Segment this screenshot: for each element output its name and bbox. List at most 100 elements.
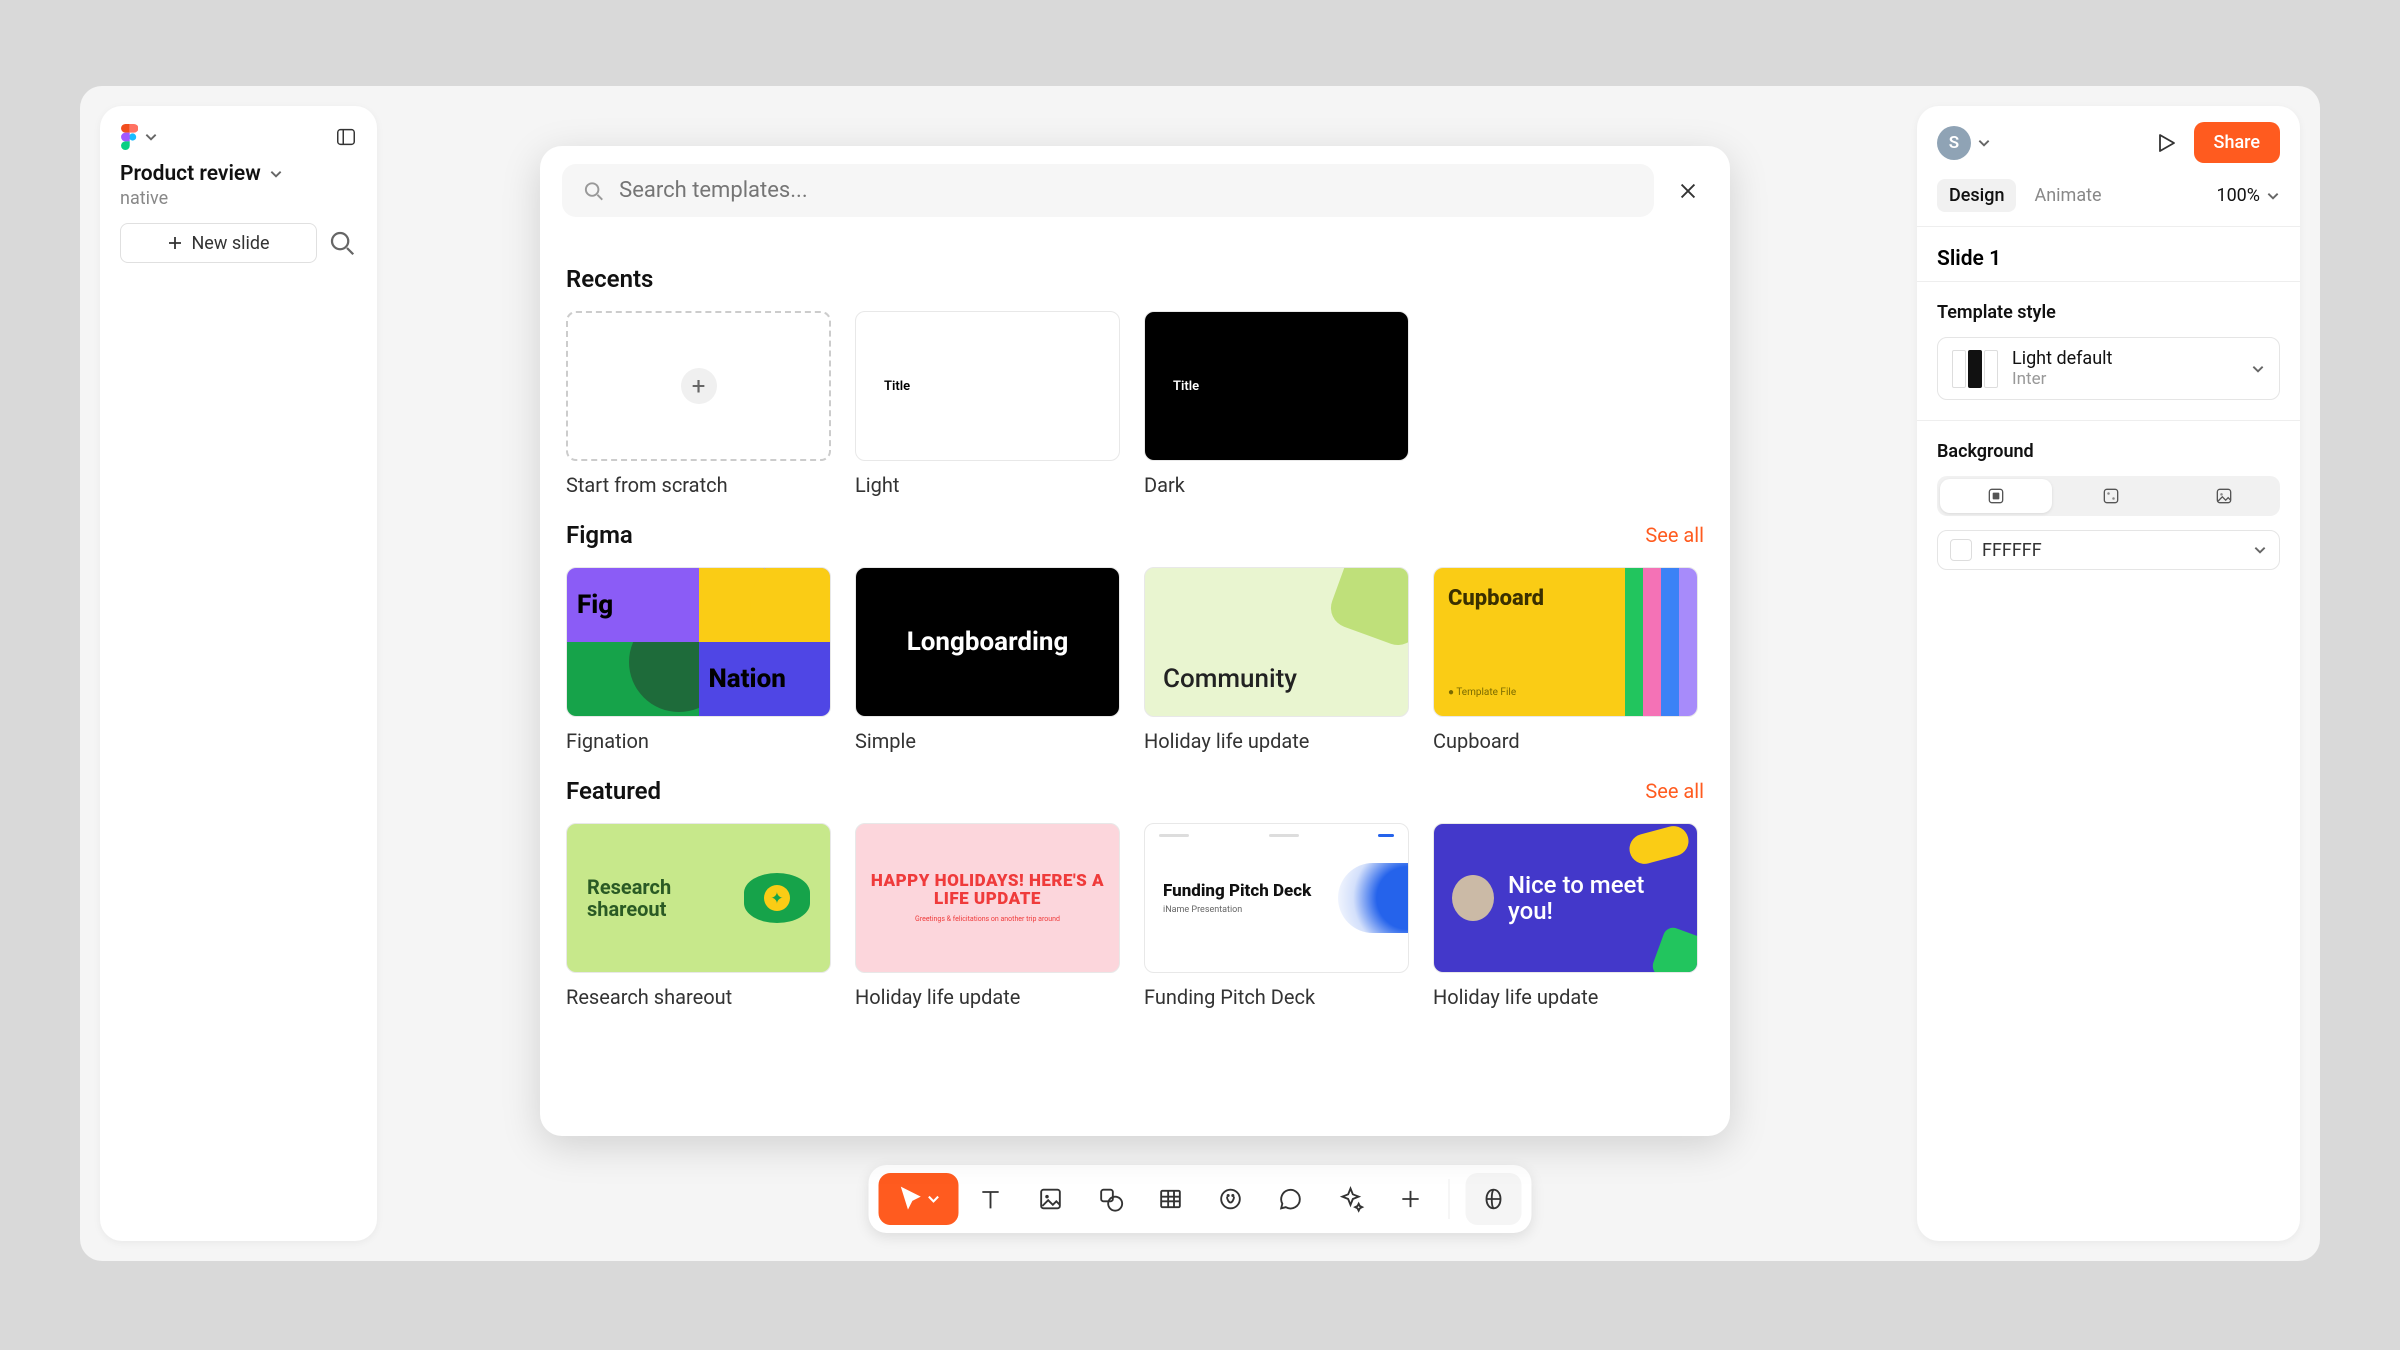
app-canvas: Product review native New slide S Share — [80, 86, 2320, 1261]
bg-image-option[interactable] — [2168, 476, 2280, 516]
close-icon — [1677, 180, 1699, 202]
chevron-down-icon — [2251, 362, 2265, 376]
chevron-down-icon — [2266, 189, 2280, 203]
figma-menu[interactable] — [120, 124, 158, 150]
panel-toggle-icon[interactable] — [335, 126, 357, 148]
user-menu[interactable]: S — [1937, 126, 1991, 160]
table-icon — [1157, 1185, 1185, 1213]
template-label: Holiday life update — [1433, 985, 1698, 1009]
template-picker-modal: Recents + Start from scratch Title Light… — [540, 146, 1730, 1136]
template-start-from-scratch[interactable]: + Start from scratch — [566, 311, 831, 497]
present-icon[interactable] — [2154, 131, 2178, 155]
slide-title: Slide 1 — [1917, 227, 2300, 282]
cursor-icon — [897, 1185, 925, 1213]
template-label: Start from scratch — [566, 473, 831, 497]
text-icon — [977, 1185, 1005, 1213]
chevron-down-icon — [1977, 136, 1991, 150]
image-icon — [1037, 1185, 1065, 1213]
left-panel: Product review native New slide — [100, 106, 377, 1241]
background-type-toggle — [1937, 476, 2280, 516]
gradient-fill-icon — [2101, 486, 2121, 506]
template-label: Holiday life update — [1144, 729, 1409, 753]
search-input[interactable] — [619, 178, 1634, 203]
tool-image[interactable] — [1023, 1173, 1079, 1225]
search-icon[interactable] — [327, 228, 357, 258]
template-style-picker[interactable]: Light default Inter — [1937, 337, 2280, 400]
plus-icon: + — [681, 368, 717, 404]
see-all-figma[interactable]: See all — [1645, 523, 1704, 547]
bottom-toolbar — [869, 1165, 1532, 1233]
dev-mode-icon — [1480, 1185, 1508, 1213]
template-simple[interactable]: Longboarding Simple — [855, 567, 1120, 753]
new-slide-label: New slide — [191, 233, 269, 254]
sparkle-icon — [1337, 1185, 1365, 1213]
template-label: Dark — [1144, 473, 1409, 497]
share-button[interactable]: Share — [2194, 122, 2280, 163]
avatar: S — [1937, 126, 1971, 160]
template-research-shareout[interactable]: Research shareout Research shareout — [566, 823, 831, 1009]
tool-ai[interactable] — [1323, 1173, 1379, 1225]
zoom-dropdown[interactable]: 100% — [2216, 185, 2280, 206]
tab-design[interactable]: Design — [1937, 179, 2016, 212]
template-label: Light — [855, 473, 1120, 497]
chevron-down-icon — [2253, 543, 2267, 557]
template-label: Holiday life update — [855, 985, 1120, 1009]
document-title-dropdown[interactable]: Product review — [100, 158, 377, 186]
tab-animate[interactable]: Animate — [2022, 179, 2113, 212]
template-thumbs — [1952, 350, 1998, 388]
template-funding-pitch[interactable]: Funding Pitch DeckiName Presentation Fun… — [1144, 823, 1409, 1009]
section-figma-title: Figma — [566, 521, 633, 549]
right-panel: S Share Design Animate 100% Slide 1 Temp… — [1917, 106, 2300, 1241]
bg-gradient-option[interactable] — [2055, 476, 2167, 516]
document-title: Product review — [120, 162, 261, 186]
search-icon — [582, 179, 605, 203]
template-label: Funding Pitch Deck — [1144, 985, 1409, 1009]
background-color-picker[interactable]: FFFFFF — [1937, 530, 2280, 570]
template-light[interactable]: Title Light — [855, 311, 1120, 497]
tool-add[interactable] — [1383, 1173, 1439, 1225]
background-label: Background — [1937, 441, 2280, 462]
template-holiday-update[interactable]: HAPPY HOLIDAYS! HERE'S A LIFE UPDATEGree… — [855, 823, 1120, 1009]
template-search-field[interactable] — [562, 164, 1654, 217]
tool-table[interactable] — [1143, 1173, 1199, 1225]
chevron-down-icon — [144, 130, 158, 144]
section-recents-title: Recents — [566, 265, 653, 293]
bg-solid-option[interactable] — [1940, 479, 2052, 513]
template-style-label: Template style — [1937, 302, 2280, 323]
toolbar-separator — [1449, 1179, 1450, 1219]
template-label: Simple — [855, 729, 1120, 753]
plus-icon — [1397, 1185, 1425, 1213]
tool-text[interactable] — [963, 1173, 1019, 1225]
shape-icon — [1097, 1185, 1125, 1213]
template-cupboard[interactable]: Cupboard● Template File Cupboard — [1433, 567, 1698, 753]
template-fignation[interactable]: Fig Nation Fignation — [566, 567, 831, 753]
tool-select[interactable] — [879, 1173, 959, 1225]
tool-comment[interactable] — [1263, 1173, 1319, 1225]
tool-shape[interactable] — [1083, 1173, 1139, 1225]
zoom-value: 100% — [2216, 185, 2260, 206]
tool-dev-mode[interactable] — [1466, 1173, 1522, 1225]
color-value: FFFFFF — [1982, 540, 2243, 561]
plus-icon — [167, 235, 183, 251]
template-name: Light default — [2012, 348, 2237, 369]
close-button[interactable] — [1668, 171, 1708, 211]
chevron-down-icon — [269, 167, 283, 181]
template-label: Cupboard — [1433, 729, 1698, 753]
document-subtitle: native — [100, 186, 377, 223]
template-dark[interactable]: Title Dark — [1144, 311, 1409, 497]
comment-icon — [1277, 1185, 1305, 1213]
template-font: Inter — [2012, 369, 2237, 389]
see-all-featured[interactable]: See all — [1645, 779, 1704, 803]
template-nice-to-meet[interactable]: Nice to meet you! Holiday life update — [1433, 823, 1698, 1009]
template-holiday-life[interactable]: Community Holiday life update — [1144, 567, 1409, 753]
chevron-down-icon — [927, 1192, 941, 1206]
color-swatch — [1950, 539, 1972, 561]
image-fill-icon — [2214, 486, 2234, 506]
solid-fill-icon — [1986, 486, 2006, 506]
template-label: Research shareout — [566, 985, 831, 1009]
new-slide-button[interactable]: New slide — [120, 223, 317, 263]
figma-logo-icon — [120, 124, 138, 150]
stamp-icon — [1217, 1185, 1245, 1213]
section-featured-title: Featured — [566, 777, 661, 805]
tool-stamp[interactable] — [1203, 1173, 1259, 1225]
